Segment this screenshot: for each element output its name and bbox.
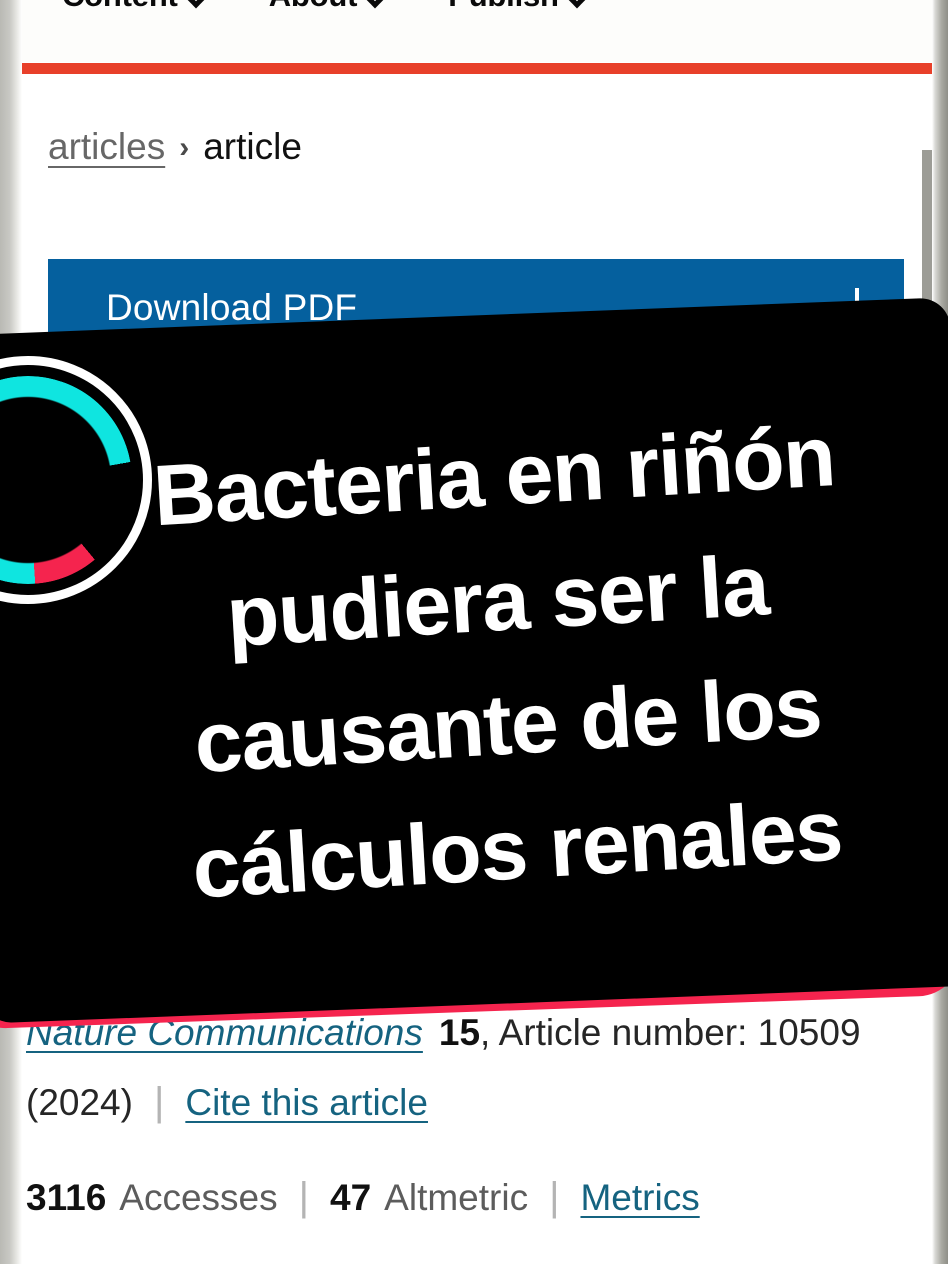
nav-item-publish-label: Publish <box>448 0 559 14</box>
accesses-label: Accesses <box>119 1177 278 1218</box>
article-cite-line: (2024) | Cite this article <box>26 1080 428 1125</box>
breadcrumb-current: article <box>203 126 302 167</box>
nav-item-content-label: Content <box>62 0 178 14</box>
article-journal-line: Nature Communications 15 , Article numbe… <box>26 1012 861 1054</box>
accesses-count: 3116 <box>26 1177 107 1218</box>
download-arrow-icon <box>840 288 874 328</box>
meta-separator: | <box>153 1080 165 1124</box>
page-scrollbar[interactable] <box>922 150 932 570</box>
breadcrumb-separator-icon: › <box>179 131 190 164</box>
nav-item-about[interactable]: About <box>269 0 385 14</box>
nav-item-publish[interactable]: Publish <box>448 0 586 14</box>
publication-year: (2024) <box>26 1082 133 1123</box>
journal-volume: 15 <box>438 1012 481 1053</box>
meta-separator: | <box>549 1175 560 1219</box>
cite-this-article-link[interactable]: Cite this article <box>185 1082 428 1124</box>
download-pdf-button[interactable]: Download PDF <box>48 259 904 357</box>
site-navigation-bar: Content About Publish <box>22 0 932 62</box>
chevron-down-icon <box>568 0 586 6</box>
article-metrics-line: 3116 Accesses | 47 Altmetric | Metrics <box>26 1175 700 1220</box>
download-pdf-label: Download PDF <box>106 287 358 328</box>
journal-title-link[interactable]: Nature Communications <box>26 1012 423 1054</box>
nav-item-about-label: About <box>269 0 358 14</box>
chevron-down-icon <box>366 0 384 6</box>
article-page-screenshot: Content About Publish articles › article… <box>0 0 948 1264</box>
altmetric-count: 47 <box>330 1177 372 1218</box>
screenshot-left-edge <box>0 0 22 1264</box>
article-number: , Article number: 10509 <box>480 1012 861 1053</box>
metrics-link[interactable]: Metrics <box>580 1177 699 1219</box>
brand-accent-rule <box>22 63 934 74</box>
meta-separator: | <box>298 1175 310 1219</box>
breadcrumb-link-articles[interactable]: articles <box>48 126 165 168</box>
breadcrumb: articles › article <box>48 126 302 168</box>
screenshot-right-edge <box>932 0 948 1264</box>
chevron-down-icon <box>187 0 205 6</box>
altmetric-label: Altmetric <box>384 1177 529 1218</box>
nav-item-content[interactable]: Content <box>62 0 205 14</box>
